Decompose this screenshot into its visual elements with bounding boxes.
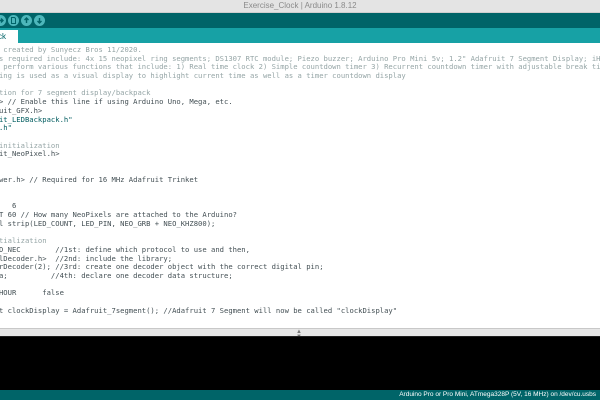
new-file-icon xyxy=(11,17,16,24)
upload-button[interactable] xyxy=(0,15,6,26)
code-line: ment clockDisplay = Adafruit_7segment();… xyxy=(0,305,398,315)
code-line: fruit_NeoPixel.h> xyxy=(0,149,60,159)
window-title: Exercise_Clock | Arduino 1.8.12 xyxy=(243,1,357,10)
console-output xyxy=(0,336,600,390)
code-line: fruit_LEDBackpack.h" xyxy=(0,114,73,124)
arrow-up-icon xyxy=(24,17,29,23)
code-line: l ring is used as a visual display to hi… xyxy=(0,71,406,81)
code-line: ; xyxy=(0,315,600,324)
code-line: ixel strip(LED_COUNT, LED_PIN, NEO_GRB +… xyxy=(0,218,216,228)
code-line: afruit_GFX.h> xyxy=(0,105,43,115)
arrow-down-icon xyxy=(37,18,42,24)
console-divider xyxy=(0,336,600,337)
code-line: lib.h" xyxy=(0,123,12,133)
tab-label: ck xyxy=(0,32,6,41)
save-button[interactable] xyxy=(34,15,45,26)
tab-sketch[interactable]: ck xyxy=(0,30,18,43)
code-text: ock created by Sunyecz Bros 11/2020.ents… xyxy=(0,45,600,328)
code-line: Data; //4th: declare one decoder data st… xyxy=(0,270,233,280)
code-line: e.h> // Enable this line if using Arduin… xyxy=(0,97,233,107)
code-line: 24_HOUR false xyxy=(0,288,64,298)
window-title-bar: Exercise_Clock | Arduino 1.8.12 xyxy=(0,0,600,13)
open-button[interactable] xyxy=(21,15,32,26)
new-sketch-button[interactable] xyxy=(8,15,19,26)
toolbar xyxy=(0,13,600,28)
board-port-status: Arduino Pro or Pro Mini, ATmega328P (5V,… xyxy=(399,391,596,398)
tab-bar: ck xyxy=(0,28,600,43)
code-line: /power.h> // Required for 16 MHz Adafrui… xyxy=(0,175,199,185)
code-editor[interactable]: ock created by Sunyecz Bros 11/2020.ents… xyxy=(0,43,600,328)
status-bar: Arduino Pro or Pro Mini, ATmega328P (5V,… xyxy=(0,390,600,400)
code-line: ng initialization xyxy=(0,140,60,150)
arrow-right-icon xyxy=(0,18,4,23)
